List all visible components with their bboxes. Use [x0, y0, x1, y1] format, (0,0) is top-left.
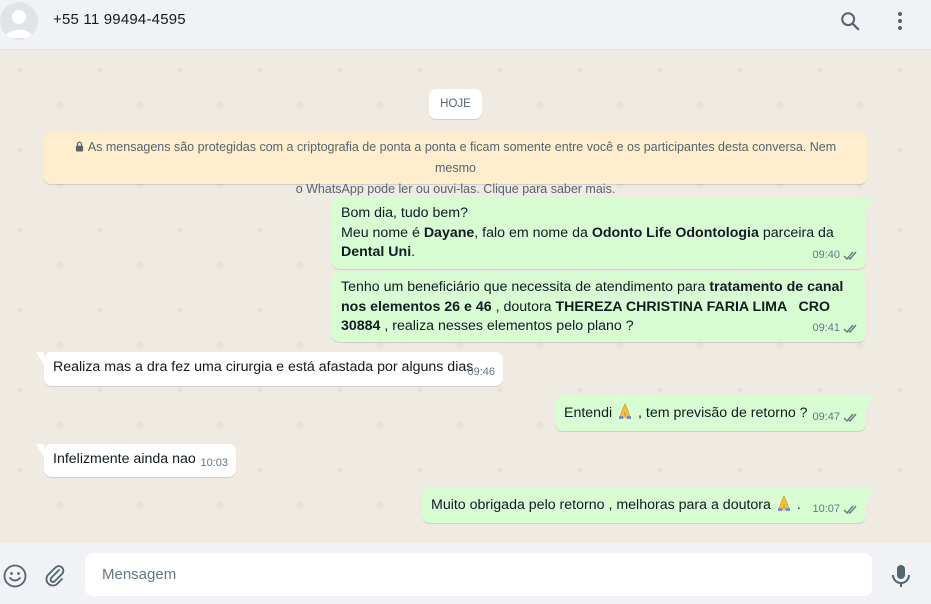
- message-outgoing[interactable]: Muito obrigada pelo retorno , melhoras p…: [422, 488, 874, 523]
- message-time: 09:46: [467, 365, 495, 378]
- message-text: Tenho um beneficiário que necessita de a…: [341, 279, 844, 334]
- search-button[interactable]: [837, 8, 863, 34]
- lock-icon: [75, 141, 83, 152]
- encryption-text-line2: o WhatsApp pode ler ou ouvi-las. Clique …: [295, 182, 616, 196]
- message-text: Entendi , tem previsão de retorno ?: [564, 402, 808, 421]
- menu-button[interactable]: [887, 8, 913, 34]
- microphone-icon: [892, 565, 910, 587]
- chat-header: +55 11 99494-4595: [0, 0, 931, 50]
- contact-avatar[interactable]: [0, 2, 38, 40]
- emoji-button[interactable]: [2, 563, 28, 589]
- bubble-tail: [866, 488, 874, 501]
- message-outgoing[interactable]: Bom dia, tudo bem? Meu nome é Dayane, fa…: [332, 198, 874, 269]
- message-outgoing[interactable]: Entendi , tem previsão de retorno ? 09:4…: [555, 396, 874, 431]
- bubble-tail: [866, 396, 874, 409]
- message-incoming[interactable]: Realiza mas a dra fez uma cirurgia e est…: [36, 352, 503, 386]
- message-time: 09:47: [812, 410, 840, 423]
- double-check-icon: [843, 413, 857, 422]
- message-meta: 09:46: [467, 363, 495, 383]
- message-meta: 09:47: [812, 408, 859, 428]
- double-check-icon: [843, 251, 857, 260]
- message-text: Bom dia, tudo bem? Meu nome é Dayane, fa…: [341, 205, 834, 260]
- message-incoming[interactable]: Infelizmente ainda nao 10:03: [36, 444, 236, 477]
- message-text: Infelizmente ainda nao: [53, 451, 196, 467]
- message-text: Realiza mas a dra fez uma cirurgia e est…: [53, 359, 474, 375]
- search-icon: [841, 12, 860, 31]
- default-avatar-icon: [5, 10, 33, 38]
- attach-button[interactable]: [42, 563, 68, 589]
- message-meta: 09:41: [812, 319, 859, 339]
- message-meta: 10:03: [200, 454, 228, 474]
- message-composer: [0, 543, 931, 604]
- contact-name[interactable]: +55 11 99494-4595: [53, 11, 186, 28]
- voice-message-button[interactable]: [889, 563, 913, 589]
- message-time: 10:03: [200, 456, 228, 469]
- paperclip-icon: [45, 565, 65, 587]
- message-text: Muito obrigada pelo retorno , melhoras p…: [431, 494, 801, 513]
- chat-panel[interactable]: HOJE As mensagens são protegidas com a c…: [0, 50, 931, 543]
- folded-hands-emoji: [619, 402, 632, 419]
- message-meta: 10:07: [812, 500, 859, 520]
- message-outgoing[interactable]: Tenho um beneficiário que necessita de a…: [332, 272, 866, 342]
- encryption-notice[interactable]: As mensagens são protegidas com a cripto…: [44, 132, 867, 196]
- folded-hands-emoji: [777, 494, 790, 511]
- menu-dots-icon: [898, 12, 902, 30]
- double-check-icon: [843, 505, 857, 514]
- bubble-tail: [36, 352, 44, 365]
- bubble-tail: [36, 444, 44, 457]
- encryption-text-line1: As mensagens são protegidas com a cripto…: [87, 140, 837, 175]
- message-input[interactable]: [85, 553, 872, 596]
- message-time: 10:07: [812, 502, 840, 515]
- double-check-icon: [843, 324, 857, 333]
- smiley-icon: [3, 564, 27, 588]
- date-separator: HOJE: [429, 89, 482, 119]
- message-time: 09:40: [812, 248, 840, 261]
- message-time: 09:41: [812, 321, 840, 334]
- bubble-tail: [866, 198, 874, 211]
- message-meta: 09:40: [812, 246, 859, 266]
